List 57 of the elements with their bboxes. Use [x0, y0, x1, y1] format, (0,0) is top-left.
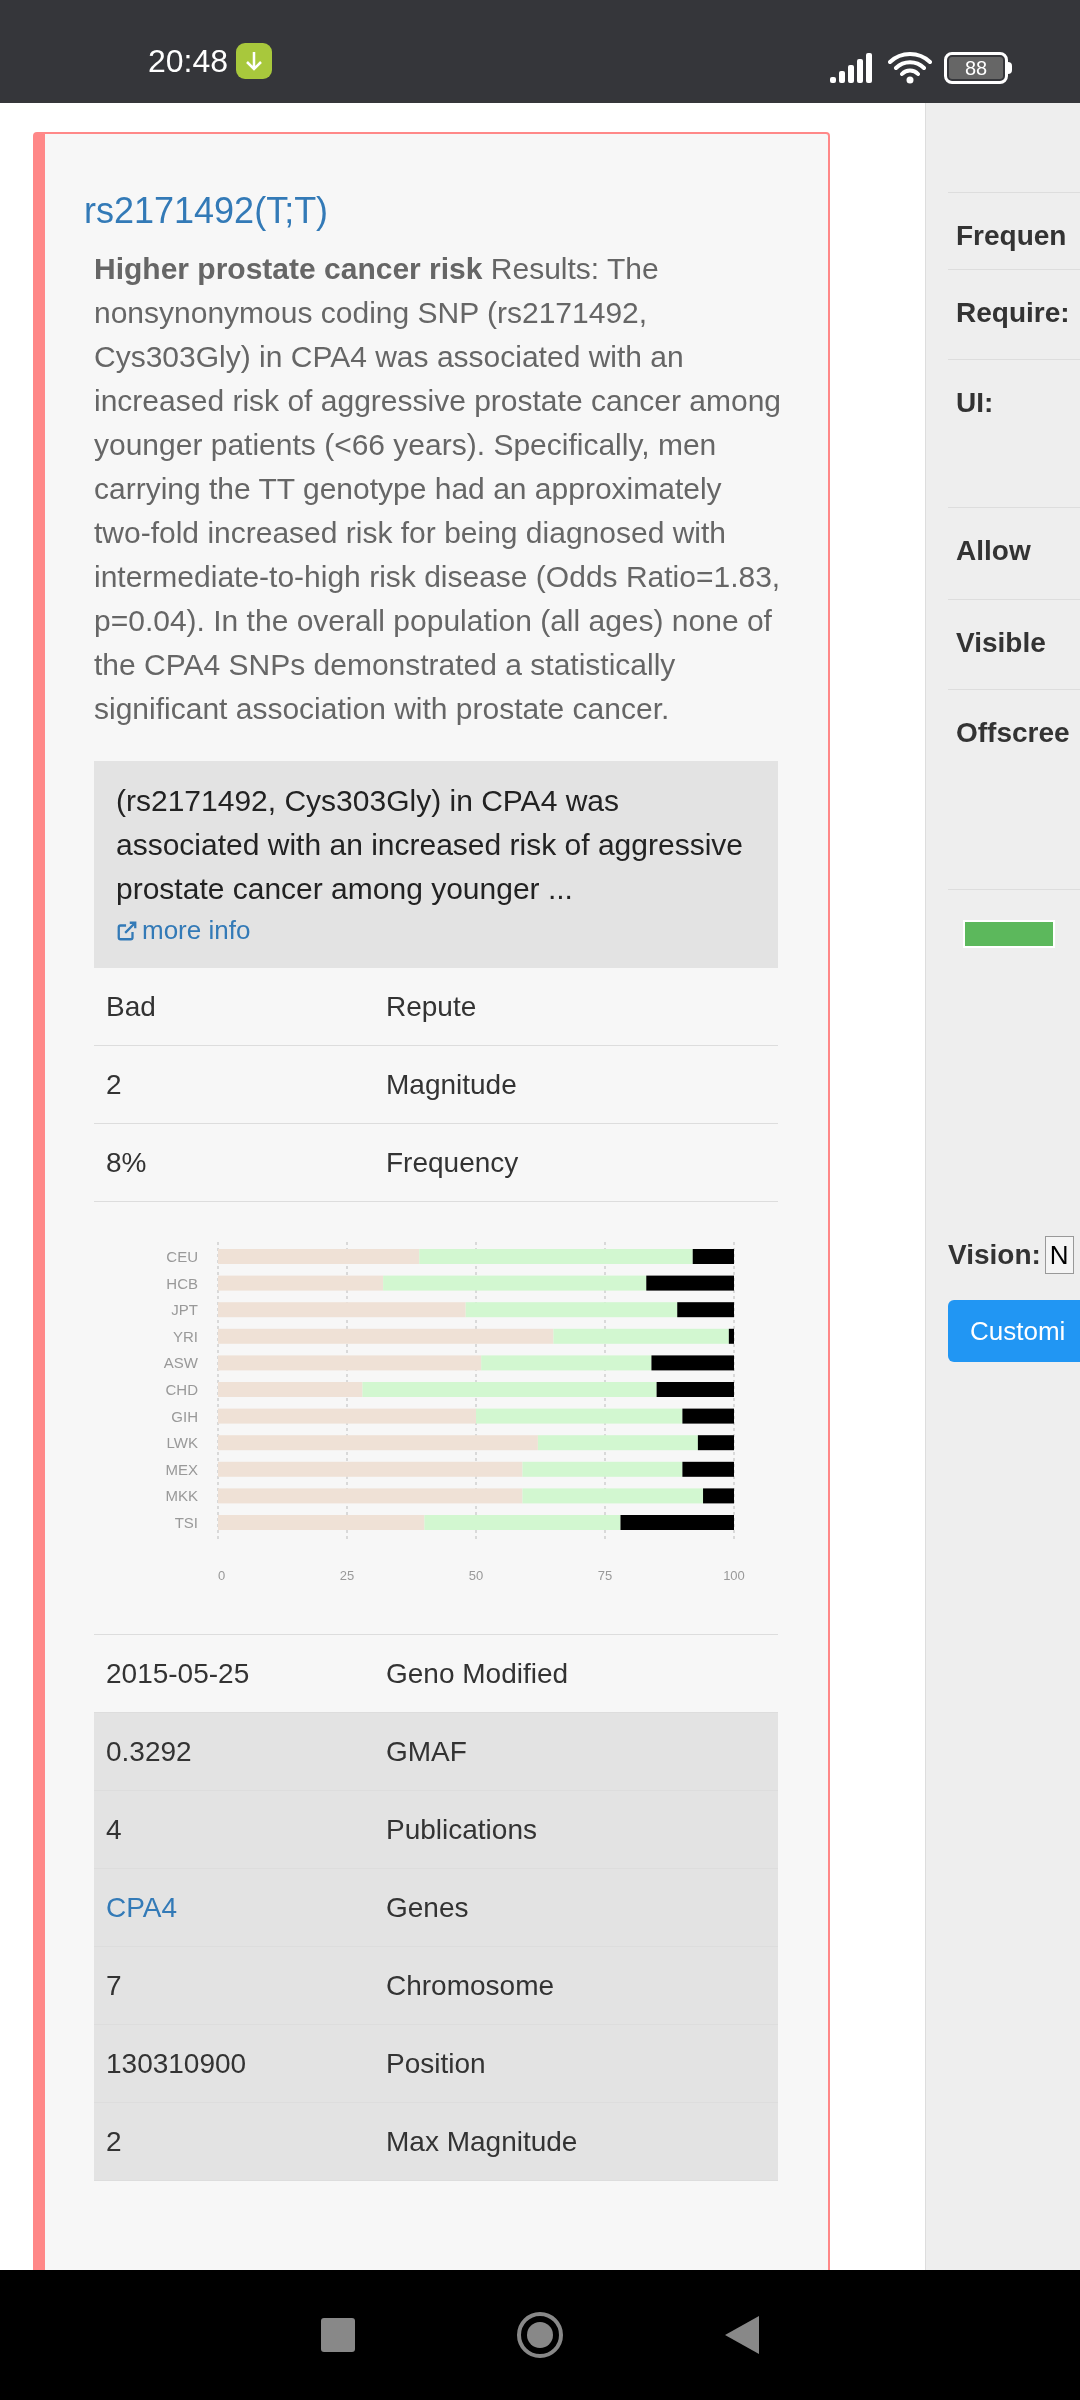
recents-square-icon[interactable] — [320, 2318, 355, 2352]
excerpt-text: (rs2171492, Cys303Gly) in CPA4 was associated with an increased risk of aggressive prostate cancer among younger ... — [116, 783, 744, 907]
battery-indicator: 88 — [944, 52, 1012, 84]
table-cell-text: Max Magnitude — [386, 2124, 578, 2159]
axis-label: MEX — [165, 1460, 198, 1478]
customize-button[interactable]: Customi — [948, 1300, 1080, 1362]
table-cell-text: GMAF — [386, 1734, 467, 1769]
field-label: UI: — [956, 387, 994, 418]
field-label: Frequen — [956, 220, 1067, 251]
table-cell: 2 — [106, 2125, 122, 2157]
axis-label: MKK — [165, 1487, 198, 1505]
axis-label: CHD — [165, 1381, 198, 1398]
axis-tick-label: 25 — [339, 1567, 355, 1583]
field-label: Offscree — [956, 717, 1070, 748]
axis-tick-label: 75 — [597, 1567, 613, 1583]
home-circle-icon[interactable] — [516, 2311, 564, 2359]
field-label: Visible — [956, 627, 1046, 658]
axis-label: TSI — [174, 1514, 198, 1531]
table-cell: 2 — [106, 1068, 122, 1100]
axis-label: LWK — [166, 1434, 198, 1452]
download-icon — [236, 43, 273, 79]
genotype-title[interactable]: rs2171492(T;T) — [84, 189, 810, 233]
table-cell: 7 — [106, 1969, 122, 2001]
table-cell-text: Frequency — [386, 1145, 519, 1180]
table-cell-text: Publications — [386, 1812, 537, 1847]
gene-link[interactable]: CPA4 — [106, 1891, 178, 1923]
field-label: Require: — [956, 297, 1070, 328]
table-cell: Bad — [106, 990, 156, 1022]
axis-label: JPT — [171, 1301, 198, 1319]
vision-select[interactable]: N — [1044, 1236, 1074, 1274]
axis-label: CEU — [166, 1248, 198, 1265]
wifi-icon — [888, 51, 932, 85]
axis-tick-label: 100 — [723, 1567, 745, 1583]
back-triangle-icon[interactable] — [725, 2316, 760, 2354]
table-cell: 130310900 — [106, 2047, 247, 2079]
table-cell-text: Position — [386, 2046, 486, 2081]
vision-label: Vision: — [948, 1238, 1041, 1272]
field-label: Allow — [956, 535, 1031, 566]
summary-paragraph: Higher prostate cancer risk Results: The nonsynonymous coding SNP (rs2171492, Cys303Gly) in CPA4 was associated with an increased risk of aggressive prostate cancer among younger patients (<66 years). Specifically, men carrying the TT genotype had an approximately two-fold increased risk for being diagnosed with intermediate-to-high risk disease (Odds Ratio=1.83, p=0.04). In the overall population (all ages) none of the CPA4 SNPs demonstrated a statistically significant association with prostate cancer. — [94, 251, 782, 727]
table-cell: 8% — [106, 1146, 147, 1178]
table-cell: 4 — [106, 1813, 122, 1845]
axis-label: YRI — [173, 1327, 198, 1345]
table-cell: 0.3292 — [106, 1735, 192, 1767]
table-cell-text: Repute — [386, 989, 477, 1024]
table-cell-text: Chromosome — [386, 1968, 555, 2003]
table-cell-text: Magnitude — [386, 1067, 517, 1102]
clock-time: 20:48 — [148, 42, 229, 81]
table-cell: 2015-05-25 — [106, 1657, 250, 1689]
axis-label: GIH — [171, 1407, 198, 1425]
more-info-link[interactable]: more info — [116, 911, 251, 950]
axis-label: HCB — [166, 1274, 198, 1292]
axis-tick-label: 0 — [218, 1567, 226, 1583]
table-cell-text: Genes — [386, 1890, 469, 1925]
external-link-icon — [116, 919, 138, 942]
table-cell-text: Geno Modified — [386, 1656, 569, 1691]
axis-tick-label: 50 — [468, 1567, 484, 1583]
axis-label: ASW — [163, 1354, 198, 1372]
